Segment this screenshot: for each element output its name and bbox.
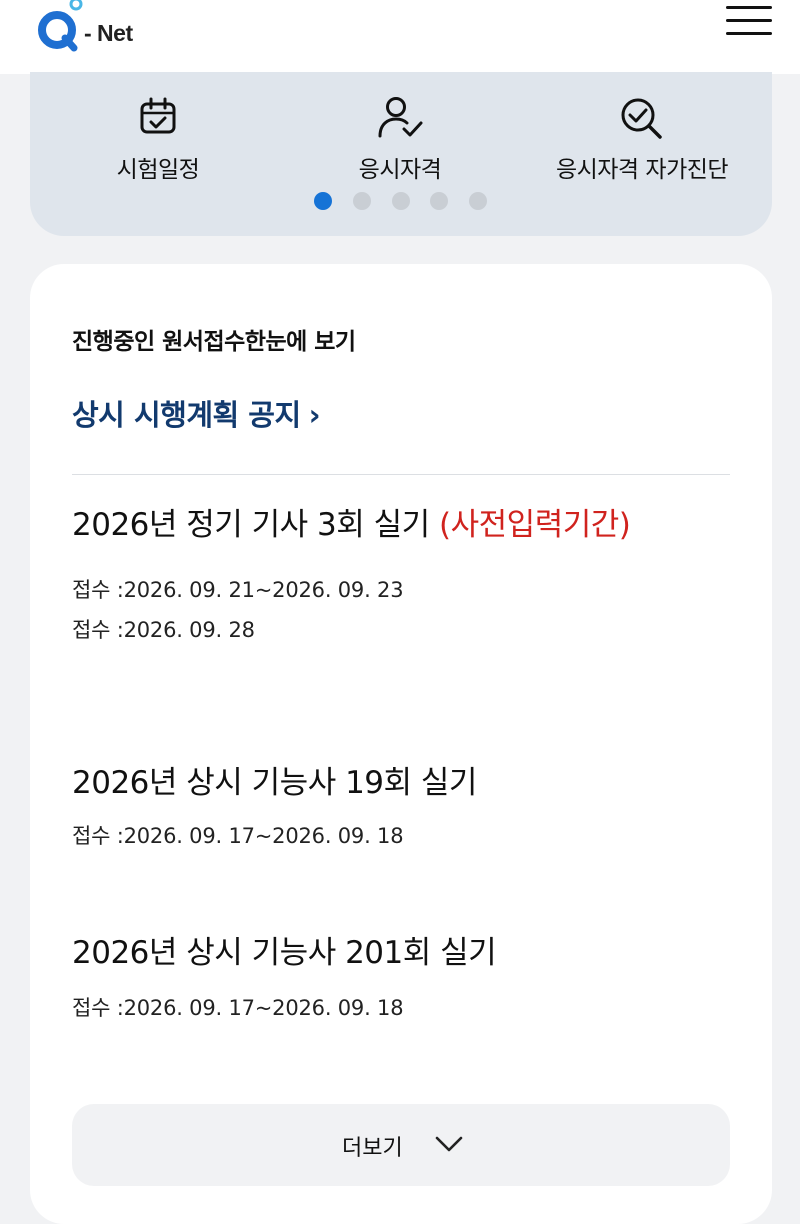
exam-date: 접수 :2026. 09. 17~2026. 09. 18 [72, 824, 404, 848]
quick-menu-label: 응시자격 자가진단 [555, 157, 729, 183]
q-net-logo[interactable]: - Net [36, 0, 146, 56]
more-button-label: 더보기 [342, 1136, 403, 1161]
section-title: 진행중인 원서접수한눈에 보기 [72, 329, 356, 355]
exam-date: 접수 :2026. 09. 21~2026. 09. 23 [72, 578, 404, 602]
calendar-check-icon [140, 97, 176, 134]
user-check-icon [378, 97, 423, 138]
exam-title-text: 2026년 정기 기사 3회 실기 [72, 507, 440, 543]
quick-menu-self-diagnosis[interactable]: 응시자격 자가진단 [532, 92, 752, 188]
logo-text: - Net [84, 20, 133, 46]
exam-title-highlight: (사전입력기간) [439, 507, 631, 543]
exam-date: 접수 :2026. 09. 28 [72, 618, 255, 642]
quick-menu: 시험일정 응시자격 응시자격 자가진단 [30, 72, 772, 236]
exam-title: 2026년 정기 기사 3회 실기 (사전입력기간) [72, 502, 632, 548]
pagination-dot-4[interactable] [430, 192, 448, 210]
exam-title: 2026년 상시 기능사 19회 실기 [72, 765, 477, 801]
notice-link[interactable]: 상시 시행계획 공지 › [72, 392, 321, 434]
exam-item[interactable]: 2026년 정기 기사 3회 실기 (사전입력기간) 접수 :2026. 09.… [72, 502, 632, 650]
hamburger-menu-icon[interactable] [724, 4, 774, 38]
application-status-card: 진행중인 원서접수한눈에 보기 상시 시행계획 공지 › 2026년 정기 기사 … [30, 264, 772, 1224]
quick-menu-eligibility[interactable]: 응시자격 [290, 92, 510, 188]
pagination-dot-5[interactable] [469, 192, 487, 210]
chevron-right-icon: › [308, 398, 321, 432]
exam-item[interactable]: 2026년 상시 기능사 19회 실기 접수 :2026. 09. 17~202… [72, 760, 632, 856]
header: - Net [0, 0, 800, 74]
chevron-down-icon [435, 1136, 463, 1152]
quick-menu-exam-schedule[interactable]: 시험일정 [48, 92, 268, 188]
pagination-dot-3[interactable] [392, 192, 410, 210]
exam-title: 2026년 상시 기능사 201회 실기 [72, 935, 497, 971]
quick-menu-label: 시험일정 [116, 157, 200, 183]
notice-link-label: 상시 시행계획 공지 [72, 398, 301, 432]
exam-item[interactable]: 2026년 상시 기능사 201회 실기 접수 :2026. 09. 17~20… [72, 930, 632, 1028]
quick-menu-label: 응시자격 [358, 157, 442, 183]
magnifier-check-icon [621, 98, 662, 139]
exam-date: 접수 :2026. 09. 17~2026. 09. 18 [72, 996, 404, 1020]
divider [72, 474, 730, 475]
pagination-dot-1[interactable] [314, 192, 332, 210]
pagination-dot-2[interactable] [353, 192, 371, 210]
more-button[interactable]: 더보기 [72, 1104, 730, 1186]
